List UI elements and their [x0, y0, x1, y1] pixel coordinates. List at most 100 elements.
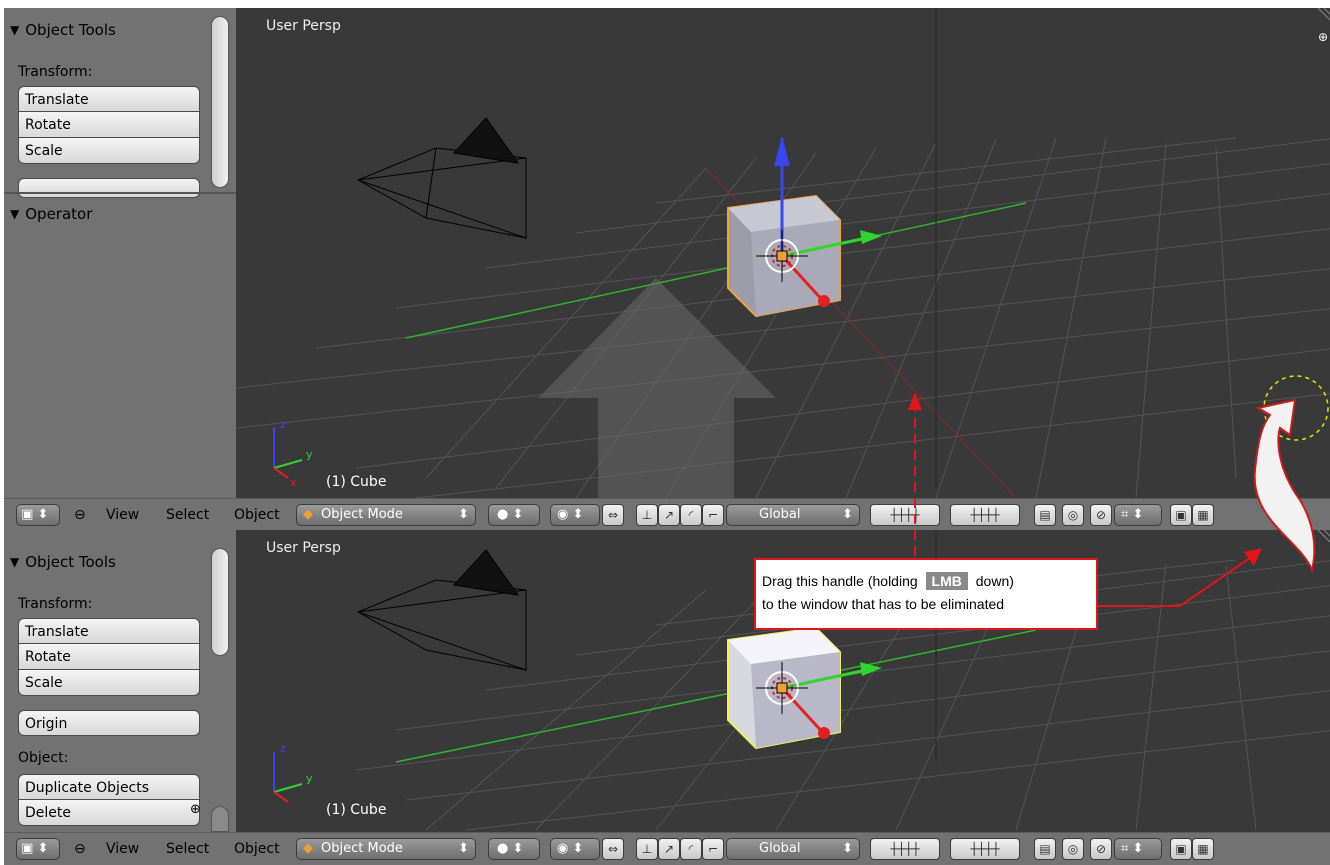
scale-manipulator-icon[interactable]: ◜ — [680, 504, 702, 526]
mode-select[interactable]: Object Mode ⬍ ◆ — [296, 838, 476, 860]
callout-text-before: Drag this handle (holding — [762, 573, 918, 589]
operator-header[interactable]: ▼ Operator — [10, 202, 92, 226]
viewport-title: User Persp — [266, 540, 341, 556]
scale-button[interactable]: Scale — [18, 138, 200, 164]
scale-button[interactable]: Scale — [18, 670, 200, 696]
top-toolshelf: ▼ Object Tools Transform: Translate Rota… — [4, 8, 236, 498]
viewport-shading-select[interactable]: ● ⬍ — [488, 504, 540, 526]
render-icon[interactable]: ▣ — [1170, 838, 1192, 860]
operator-title: Operator — [25, 205, 93, 223]
chevron-updown-icon: ⬍ — [458, 841, 469, 856]
rotate-manipulator-icon[interactable]: ↗ — [658, 838, 680, 860]
layers-group-2[interactable]: ┼┼┼┼ — [950, 838, 1020, 860]
rotate-manipulator-icon[interactable]: ↗ — [658, 504, 680, 526]
transform-icon[interactable]: ⌐ — [702, 838, 724, 860]
mode-select-value: Object Mode — [321, 507, 403, 522]
plus-icon[interactable]: ⊕ — [190, 802, 201, 817]
corner-handle-icon[interactable] — [1317, 8, 1330, 26]
editor-type-button[interactable]: ▣ ⬍ — [16, 838, 60, 860]
object-tools-header[interactable]: ▼ Object Tools — [10, 550, 116, 574]
scroll-track-end — [211, 806, 229, 832]
object-menu[interactable]: Object — [234, 838, 280, 860]
top-object-tools-panel: ▼ Object Tools Transform: Translate Rota… — [4, 8, 236, 198]
rotate-button[interactable]: Rotate — [18, 644, 200, 670]
bottom-3d-view-header: ▣ ⬍ ⊖ View Select Object Object Mode ⬍ ◆… — [4, 832, 1330, 865]
object-tools-title: Object Tools — [25, 21, 116, 39]
snap-icon[interactable]: ⊘ — [1090, 504, 1112, 526]
layers-group-2[interactable]: ┼┼┼┼ — [950, 504, 1020, 526]
viewport-title: User Persp — [266, 18, 341, 34]
delete-button[interactable]: Delete — [18, 800, 200, 826]
render-animation-icon[interactable]: ▦ — [1192, 838, 1214, 860]
object-name-label: (1) Cube — [326, 474, 387, 490]
snap-element-select[interactable]: ⌗ ⬍ — [1114, 838, 1162, 860]
callout-text-after: down) — [975, 573, 1014, 589]
manipulator-toggle-icon[interactable]: ⇔ — [602, 504, 624, 526]
viewport-shading-select[interactable]: ● ⬍ — [488, 838, 540, 860]
origin-button[interactable]: Origin — [18, 710, 200, 736]
manipulator-toggle-icon[interactable]: ⇔ — [602, 838, 624, 860]
object-tools-title: Object Tools — [25, 553, 116, 571]
collapse-triangle-icon: ▼ — [10, 23, 20, 37]
transform-icon[interactable]: ⌐ — [702, 504, 724, 526]
svg-text:z: z — [280, 742, 286, 755]
scale-manipulator-icon[interactable]: ◜ — [680, 838, 702, 860]
top-scene: z y x — [236, 8, 1330, 498]
proportional-edit-icon[interactable]: ◎ — [1062, 504, 1084, 526]
rotate-button[interactable]: Rotate — [18, 112, 200, 138]
proportional-edit-icon[interactable]: ◎ — [1062, 838, 1084, 860]
snap-icon[interactable]: ⊘ — [1090, 838, 1112, 860]
split-handle-highlight — [1263, 375, 1329, 441]
operator-panel: ▼ Operator — [4, 192, 236, 498]
toolshelf-scrollbar[interactable] — [211, 548, 229, 656]
x-axis-line — [405, 202, 1027, 339]
lock-layers-icon[interactable]: ▤ — [1034, 838, 1056, 860]
pivot-point-select[interactable]: ◉ ⬍ — [550, 838, 600, 860]
mode-select-value: Object Mode — [321, 841, 403, 856]
layers-group-1[interactable]: ┼┼┼┼ — [870, 504, 940, 526]
object-tools-header[interactable]: ▼ Object Tools — [10, 18, 116, 42]
callout-line-2: to the window that has to be eliminated — [762, 596, 1005, 612]
layers-group-1[interactable]: ┼┼┼┼ — [870, 838, 940, 860]
camera-icon — [356, 117, 527, 239]
view-menu[interactable]: View — [106, 838, 139, 860]
transform-label: Transform: — [18, 596, 93, 612]
select-menu[interactable]: Select — [166, 504, 209, 526]
axes-gizmo: z y x — [273, 418, 313, 489]
minus-icon[interactable]: ⊖ — [74, 504, 86, 526]
svg-text:y: y — [306, 772, 313, 785]
collapse-triangle-icon: ▼ — [10, 207, 20, 221]
orientation-select[interactable]: Global ⬍ — [726, 504, 860, 526]
orientation-value: Global — [759, 507, 801, 522]
render-animation-icon[interactable]: ▦ — [1192, 504, 1214, 526]
viewport-plus-icon[interactable]: ⊕ — [1318, 30, 1328, 44]
corner-handle-icon[interactable] — [1317, 530, 1330, 548]
translate-manipulator-icon[interactable]: ⊥ — [636, 838, 658, 860]
translate-button[interactable]: Translate — [18, 86, 200, 112]
translate-button[interactable]: Translate — [18, 618, 200, 644]
bottom-toolshelf: ▼ Object Tools Transform: Translate Rota… — [4, 530, 236, 832]
svg-text:x: x — [290, 476, 297, 489]
chevron-updown-icon: ⬍ — [458, 507, 469, 522]
snap-element-select[interactable]: ⌗ ⬍ — [1114, 504, 1162, 526]
select-menu[interactable]: Select — [166, 838, 209, 860]
top-3d-viewport[interactable]: z y x User Persp ⊕ (1) Cube — [236, 8, 1330, 498]
toolshelf-scrollbar[interactable] — [211, 16, 229, 188]
pivot-point-select[interactable]: ◉ ⬍ — [550, 504, 600, 526]
view-menu[interactable]: View — [106, 504, 139, 526]
instruction-callout: Drag this handle (holding LMB down) to t… — [754, 558, 1098, 630]
collapse-triangle-icon: ▼ — [10, 555, 20, 569]
object-menu[interactable]: Object — [234, 504, 280, 526]
orientation-select[interactable]: Global ⬍ — [726, 838, 860, 860]
top-3d-view-header: ▣ ⬍ ⊖ View Select Object Object Mode ⬍ ◆… — [4, 498, 1330, 531]
translate-manipulator-icon[interactable]: ⊥ — [636, 504, 658, 526]
cube-icon: ◆ — [303, 507, 313, 522]
duplicate-objects-button[interactable]: Duplicate Objects — [18, 774, 200, 800]
svg-text:y: y — [306, 448, 313, 461]
render-icon[interactable]: ▣ — [1170, 504, 1192, 526]
minus-icon[interactable]: ⊖ — [74, 838, 86, 860]
object-section-label: Object: — [18, 750, 69, 766]
editor-type-button[interactable]: ▣ ⬍ — [16, 504, 60, 526]
mode-select[interactable]: Object Mode ⬍ ◆ — [296, 504, 476, 526]
lock-layers-icon[interactable]: ▤ — [1034, 504, 1056, 526]
